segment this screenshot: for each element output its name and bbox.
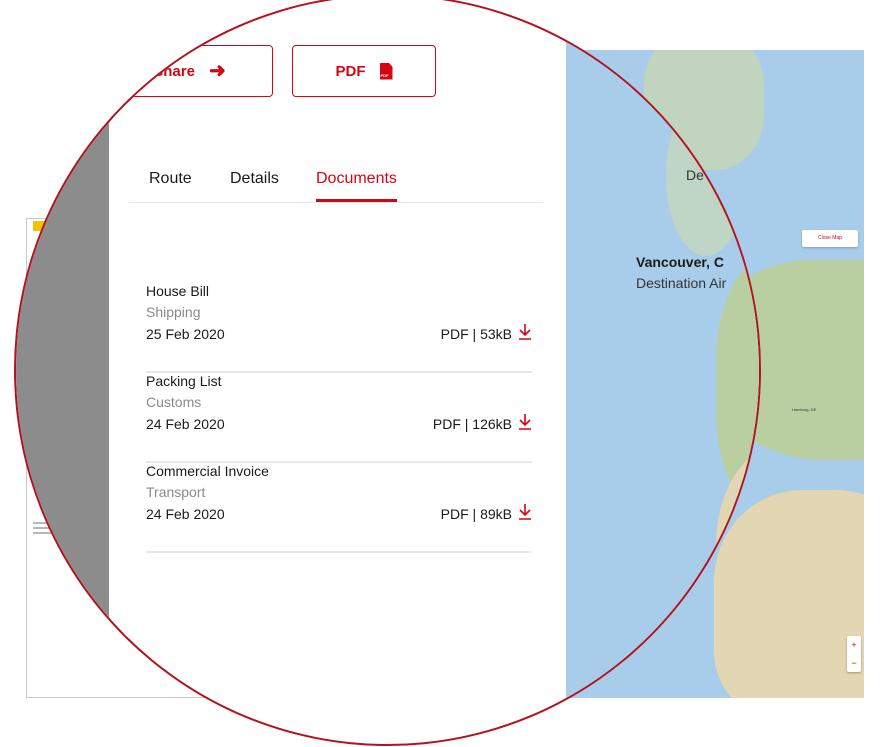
document-title: House Bill [146,283,210,299]
document-date: 24 Feb 2020 [146,506,225,522]
document-meta: PDF | 53kB [440,326,512,342]
document-meta: PDF | 89kB [440,506,512,522]
tab-details[interactable]: Details [230,170,279,202]
document-meta: PDF | 126kB [432,416,512,432]
destination-city: Vancouver, C [636,254,724,270]
map-top-type: De [686,167,704,183]
zoom-control[interactable]: + − [847,636,861,672]
destination-type: Destination Air [636,275,727,291]
magnified-map[interactable]: De Vancouver, C Destination Air + [566,0,759,744]
document-item[interactable]: Commercial Invoice Transport 24 Feb 2020… [146,463,532,553]
share-button[interactable]: Share ➜ [106,45,273,97]
share-label: Share [153,62,195,80]
document-title: Commercial Invoice [146,463,269,479]
gray-sidebar [16,0,109,744]
zoom-out-button[interactable]: − [847,654,861,672]
document-date: 25 Feb 2020 [146,326,225,342]
document-item[interactable]: House Bill Shipping 25 Feb 2020 PDF | 53… [146,283,532,373]
pdf-label: PDF [335,62,366,80]
document-title: Packing List [146,373,222,389]
tab-route[interactable]: Route [149,170,192,202]
pdf-button[interactable]: PDF [292,45,436,97]
tab-documents[interactable]: Documents [316,170,397,202]
close-map-button[interactable]: Close Map [802,230,858,247]
document-item[interactable]: Packing List Customs 24 Feb 2020 PDF | 1… [146,373,532,463]
map-marker-label: Hamburg, DE [792,407,817,412]
download-icon[interactable] [518,413,532,431]
document-category: Shipping [146,304,201,320]
download-icon[interactable] [518,323,532,341]
share-arrow-icon: ➜ [208,60,226,82]
zoom-in-button[interactable]: + [847,636,861,654]
tab-bar: Route Details Documents [129,170,543,203]
document-category: Transport [146,484,206,500]
pdf-file-icon [379,62,393,80]
download-icon[interactable] [518,503,532,521]
document-date: 24 Feb 2020 [146,416,225,432]
document-category: Customs [146,394,202,410]
magnifier-circle: De Vancouver, C Destination Air + Share … [14,0,761,746]
